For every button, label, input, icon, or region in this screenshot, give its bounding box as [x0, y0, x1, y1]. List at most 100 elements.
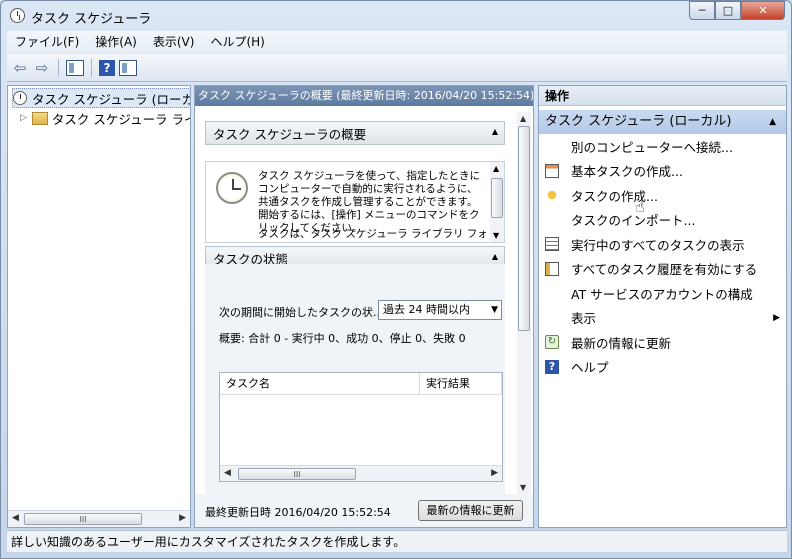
maximize-button[interactable]: □ [715, 1, 741, 20]
blank-icon [545, 213, 559, 227]
actions-header: 操作 [539, 86, 786, 106]
scroll-thumb[interactable] [491, 178, 503, 218]
pane-vertical-scrollbar[interactable]: ▲ ▼ [517, 112, 531, 494]
action-label: 実行中のすべてのタスクの表示 [571, 237, 745, 253]
last-updated-text: 最終更新日時 2016/04/20 15:52:54 [205, 506, 391, 519]
table-horizontal-scrollbar[interactable]: ◀ III ▶ [220, 465, 502, 481]
menu-bar: ファイル(F) 操作(A) 表示(V) ヘルプ(H) [7, 31, 787, 53]
period-select-value: 過去 24 時間以内 [383, 303, 470, 316]
pane-footer: 最終更新日時 2016/04/20 15:52:54 最新の情報に更新 [195, 494, 533, 527]
scroll-left-icon[interactable]: ◀ [12, 513, 19, 523]
show-hide-action-pane-icon[interactable] [119, 59, 137, 76]
menu-help[interactable]: ヘルプ(H) [202, 31, 272, 53]
menu-view[interactable]: 表示(V) [145, 31, 203, 53]
group-title: タスク スケジューラ (ローカル) [545, 114, 732, 129]
column-header-task-name[interactable]: タスク名 [220, 373, 420, 394]
back-arrow-icon[interactable]: ⇦ [11, 59, 29, 77]
summary-text-2: タスクは、タスク スケジューラ ライブラリ フォルダ [258, 228, 486, 240]
scroll-thumb[interactable] [518, 126, 530, 331]
history-icon [545, 261, 559, 276]
action-label: 別のコンピューターへ接続... [571, 139, 733, 155]
clock-icon [216, 172, 248, 204]
minimize-button[interactable]: ─ [689, 1, 715, 20]
list-icon [545, 237, 559, 252]
task-table: タスク名 実行結果 ◀ III ▶ [219, 372, 503, 482]
action-create-basic-task[interactable]: 基本タスクの作成... [539, 159, 786, 184]
tree-item-label: タスク スケジューラ (ローカル) [32, 91, 190, 107]
scroll-right-icon[interactable]: ▶ [491, 468, 498, 478]
show-hide-console-tree-icon[interactable] [66, 59, 84, 76]
action-show-running-tasks[interactable]: 実行中のすべてのタスクの表示 [539, 232, 786, 257]
app-window: タスク スケジューラ ─ □ ✕ ファイル(F) 操作(A) 表示(V) ヘルプ… [0, 0, 792, 559]
scroll-down-icon[interactable]: ▼ [493, 231, 499, 240]
collapse-icon[interactable]: ▲ [492, 252, 498, 261]
refresh-button[interactable]: 最新の情報に更新 [418, 500, 523, 521]
collapse-icon[interactable]: ▲ [492, 127, 498, 136]
calendar-icon [545, 163, 559, 178]
menu-file[interactable]: ファイル(F) [7, 31, 87, 53]
menu-action[interactable]: 操作(A) [87, 31, 145, 53]
action-connect-computer[interactable]: 別のコンピューターへ接続... [539, 134, 786, 159]
scroll-up-icon[interactable]: ▲ [493, 164, 499, 173]
action-label: 表示 [571, 311, 597, 327]
pane-header: タスク スケジューラの概要 (最終更新日時: 2016/04/20 15:52:… [195, 86, 533, 106]
help-icon: ? [545, 359, 559, 374]
action-enable-history[interactable]: すべてのタスク履歴を有効にする [539, 257, 786, 282]
scroll-up-icon[interactable]: ▲ [520, 114, 526, 123]
window-title: タスク スケジューラ [31, 12, 152, 27]
clock-icon [13, 91, 27, 105]
period-select[interactable]: 過去 24 時間以内 ▼ [378, 300, 502, 320]
summary-pane: タスク スケジューラの概要 (最終更新日時: 2016/04/20 15:52:… [194, 85, 534, 528]
period-label: 次の期間に開始したタスクの状... [219, 306, 384, 319]
blank-icon [545, 286, 559, 300]
action-label: タスクの作成... [571, 188, 658, 204]
action-label: タスクのインポート... [571, 213, 696, 229]
status-summary: 概要: 合計 0 - 実行中 0、成功 0、停止 0、失敗 0 [219, 332, 466, 345]
toolbar: ⇦ ⇨ ? [7, 54, 787, 82]
refresh-icon: ↻ [545, 335, 559, 350]
action-refresh[interactable]: ↻ 最新の情報に更新 [539, 330, 786, 355]
status-area: 次の期間に開始したタスクの状... 過去 24 時間以内 ▼ 概要: 合計 0 … [205, 264, 505, 494]
summary-section-header[interactable]: タスク スケジューラの概要 ▲ [205, 121, 505, 145]
action-help[interactable]: ? ヘルプ [539, 355, 786, 380]
toolbar-separator [58, 58, 59, 77]
column-header-result[interactable]: 実行結果 [420, 373, 502, 394]
collapse-icon[interactable]: ▲ [769, 110, 776, 134]
submenu-arrow-icon: ▶ [773, 312, 780, 323]
action-label: AT サービスのアカウントの構成 [571, 286, 753, 302]
scroll-down-icon[interactable]: ▼ [520, 483, 526, 492]
title-bar: タスク スケジューラ ─ □ ✕ [1, 1, 791, 31]
scroll-left-icon[interactable]: ◀ [224, 468, 231, 478]
pane-body: タスク スケジューラの概要 ▲ タスク スケジューラを使って、指定したときにコン… [195, 106, 515, 494]
summary-scrollbar[interactable]: ▲ ▼ [490, 162, 504, 242]
create-task-icon [545, 188, 559, 203]
console-tree: タスク スケジューラ (ローカル) ▷ タスク スケジューラ ライブラリ ◀ I… [7, 85, 191, 528]
summary-box: タスク スケジューラを使って、指定したときにコンピューターで自動的に実行されるよ… [205, 161, 505, 243]
scroll-right-icon[interactable]: ▶ [179, 513, 186, 523]
section-title: タスク スケジューラの概要 [213, 126, 367, 142]
action-label: ヘルプ [571, 360, 609, 376]
action-view[interactable]: 表示 ▶ [539, 306, 786, 331]
action-at-service-account[interactable]: AT サービスのアカウントの構成 [539, 281, 786, 306]
status-bar: 詳しい知識のあるユーザー用にカスタマイズされたタスクを作成します。 [7, 530, 787, 552]
action-label: 基本タスクの作成... [571, 164, 683, 180]
horizontal-scrollbar[interactable]: ◀ III ▶ [8, 510, 190, 527]
chevron-down-icon: ▼ [491, 305, 498, 315]
folder-icon [31, 111, 48, 125]
action-label: 最新の情報に更新 [571, 335, 672, 351]
table-header: タスク名 実行結果 [220, 373, 502, 395]
blank-icon [545, 311, 559, 325]
action-import-task[interactable]: タスクのインポート... [539, 208, 786, 233]
tree-item-root[interactable]: タスク スケジューラ (ローカル) [12, 88, 190, 108]
blank-icon [545, 139, 559, 153]
scroll-thumb[interactable]: III [24, 513, 142, 525]
summary-section: タスク スケジューラの概要 ▲ [205, 121, 505, 145]
tree-item-library[interactable]: ▷ タスク スケジューラ ライブラリ [20, 108, 190, 128]
scroll-thumb[interactable]: III [238, 468, 356, 480]
action-create-task[interactable]: タスクの作成... ☝ [539, 183, 786, 216]
help-icon[interactable]: ? [99, 59, 115, 76]
actions-group-header[interactable]: タスク スケジューラ (ローカル) ▲ [539, 110, 786, 134]
forward-arrow-icon[interactable]: ⇨ [33, 59, 51, 77]
close-button[interactable]: ✕ [741, 1, 785, 20]
expand-icon[interactable]: ▷ [20, 113, 27, 123]
